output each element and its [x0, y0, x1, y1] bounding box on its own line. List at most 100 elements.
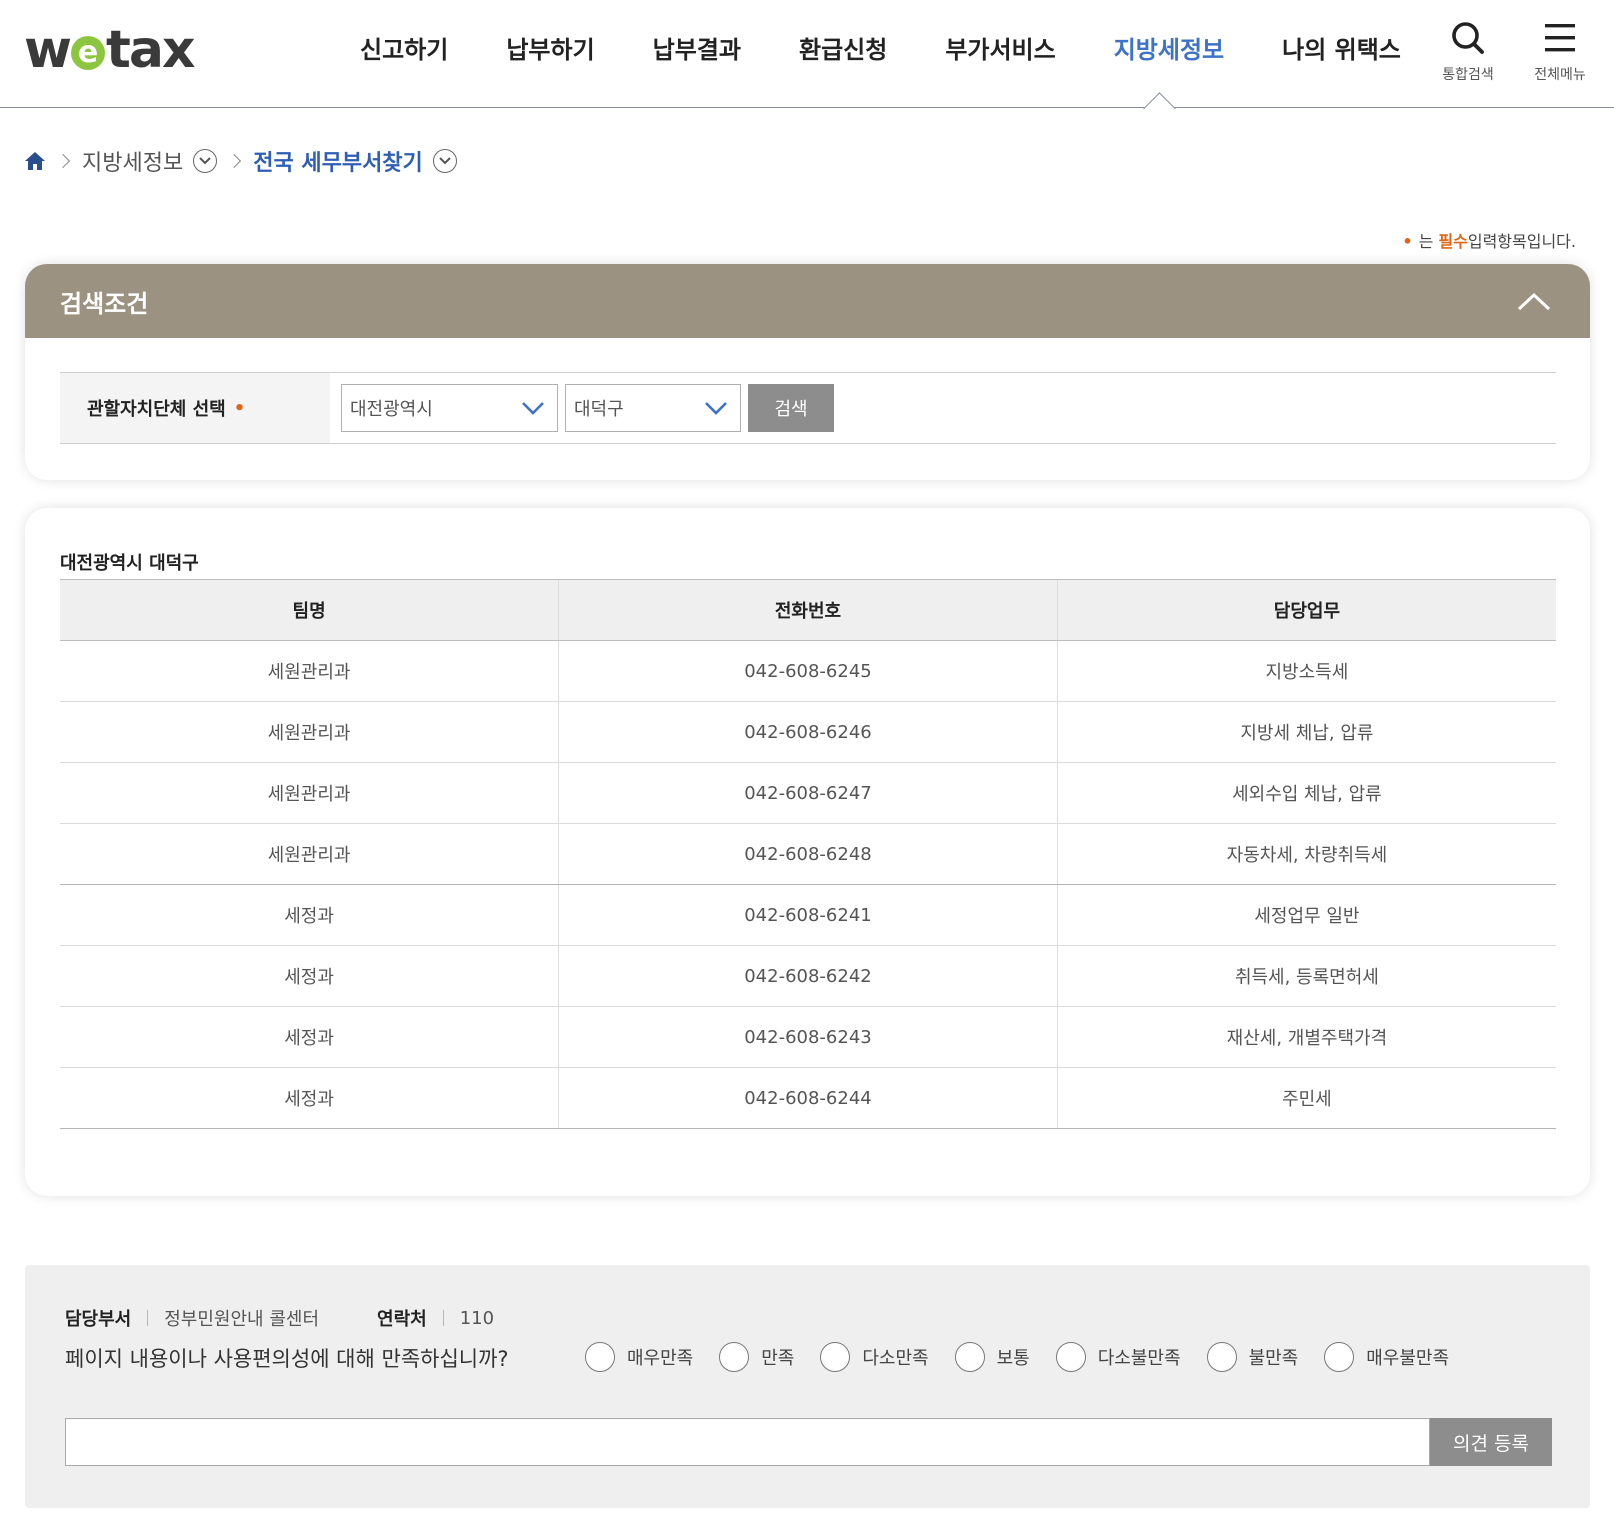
table-row: 세정과 042-608-6241 세정업무 일반 — [60, 884, 1556, 946]
rating-label: 매우불만족 — [1366, 1348, 1450, 1369]
nav-item-payment-result[interactable]: 납부결과 — [653, 30, 741, 65]
breadcrumb-separator-icon — [227, 153, 242, 169]
rating-somewhat-satisfied[interactable]: 다소만족 — [820, 1342, 929, 1372]
chevron-down-icon — [705, 402, 727, 415]
required-word: 필수 — [1438, 232, 1468, 251]
duty-cell: 주민세 — [1056, 1067, 1556, 1129]
all-menu-label: 전체메뉴 — [1534, 67, 1586, 83]
nav-item-payment[interactable]: 납부하기 — [506, 30, 594, 65]
table-row: 세원관리과 042-608-6247 세외수입 체납, 압류 — [60, 762, 1556, 824]
all-menu-button[interactable]: 전체메뉴 — [1528, 20, 1592, 84]
rating-label: 만족 — [761, 1348, 795, 1369]
chevron-down-icon — [522, 402, 544, 415]
phone-cell: 042-608-6247 — [558, 762, 1058, 824]
main-nav: 신고하기 납부하기 납부결과 환급신청 부가서비스 지방세정보 나의 위택스 — [360, 30, 1459, 65]
search-conditions-panel: 검색조건 관할자치단체 선택 • 대전광역시 대덕구 검색 — [25, 264, 1590, 480]
logo-e-mark: e — [71, 36, 106, 70]
column-header-phone: 전화번호 — [558, 579, 1058, 641]
phone-cell: 042-608-6245 — [558, 640, 1058, 702]
phone-cell: 042-608-6243 — [558, 1006, 1058, 1068]
chevron-down-icon — [199, 157, 211, 165]
hamburger-menu-icon — [1545, 24, 1575, 52]
table-header-row: 팀명 전화번호 담당업무 — [60, 579, 1556, 641]
search-button[interactable]: 검색 — [748, 384, 834, 432]
submit-opinion-button[interactable]: 의견 등록 — [1430, 1418, 1552, 1466]
active-nav-pointer — [1143, 91, 1177, 109]
sigungu-select[interactable]: 대덕구 — [565, 384, 741, 432]
radio-button[interactable] — [719, 1342, 750, 1372]
required-note-suffix: 입력항목입니다. — [1467, 232, 1576, 251]
opinion-input[interactable] — [65, 1418, 1430, 1466]
phone-cell: 042-608-6248 — [558, 823, 1058, 885]
nav-item-refund[interactable]: 환급신청 — [799, 30, 887, 65]
search-conditions-title: 검색조건 — [60, 289, 149, 318]
breadcrumb-level2-dropdown-button[interactable] — [432, 149, 457, 173]
table-row: 세원관리과 042-608-6248 자동차세, 차량취득세 — [60, 823, 1556, 885]
nav-item-report[interactable]: 신고하기 — [360, 30, 448, 65]
rating-label: 다소만족 — [862, 1348, 929, 1369]
table-row: 세정과 042-608-6244 주민세 — [60, 1067, 1556, 1129]
team-cell: 세원관리과 — [60, 640, 559, 702]
radio-button[interactable] — [1055, 1342, 1086, 1372]
wetax-logo[interactable]: w e tax — [24, 22, 196, 78]
radio-button[interactable] — [954, 1342, 985, 1372]
site-header: w e tax 신고하기 납부하기 납부결과 환급신청 부가서비스 지방세정보 나의… — [0, 0, 1614, 108]
radio-button[interactable] — [1324, 1342, 1355, 1372]
radio-button[interactable] — [585, 1342, 615, 1372]
rating-label: 보통 — [996, 1348, 1030, 1369]
team-cell: 세원관리과 — [60, 762, 559, 824]
duty-cell: 세외수입 체납, 압류 — [1056, 762, 1556, 824]
required-note-prefix: 는 — [1418, 232, 1434, 251]
satisfaction-question: 페이지 내용이나 사용편의성에 대해 만족하십니까? — [65, 1347, 509, 1371]
team-cell: 세정과 — [60, 884, 559, 946]
collapse-search-panel-button[interactable] — [1514, 286, 1554, 316]
sido-select[interactable]: 대전광역시 — [341, 384, 558, 432]
table-row: 세원관리과 042-608-6246 지방세 체납, 압류 — [60, 701, 1556, 763]
phone-cell: 042-608-6244 — [558, 1067, 1058, 1129]
radio-button[interactable] — [820, 1342, 851, 1372]
integrated-search-label: 통합검색 — [1442, 67, 1494, 83]
team-cell: 세정과 — [60, 1067, 559, 1129]
divider — [442, 1310, 444, 1326]
rating-label: 불만족 — [1248, 1348, 1299, 1369]
column-header-team: 팀명 — [60, 579, 559, 641]
satisfaction-options: 매우만족 만족 다소만족 보통 다소불만족 불만족 매우불만족 — [585, 1342, 1475, 1372]
search-results-panel: 대전광역시 대덕구 팀명 전화번호 담당업무 세원관리과 042-608-624… — [25, 508, 1590, 1196]
rating-dissatisfied[interactable]: 불만족 — [1206, 1342, 1299, 1372]
required-dot: • — [233, 397, 246, 419]
radio-button[interactable] — [1206, 1342, 1237, 1372]
breadcrumb-level1-dropdown-button[interactable] — [193, 149, 218, 173]
integrated-search-button[interactable]: 통합검색 — [1436, 20, 1500, 84]
jurisdiction-field-cell: 대전광역시 대덕구 검색 — [330, 373, 1556, 443]
contact-value: 110 — [459, 1307, 495, 1329]
team-cell: 세원관리과 — [60, 823, 559, 885]
rating-very-satisfied[interactable]: 매우만족 — [585, 1342, 693, 1372]
breadcrumb-local-tax-info[interactable]: 지방세정보 — [82, 145, 183, 177]
rating-neutral[interactable]: 보통 — [954, 1342, 1030, 1372]
search-conditions-header: 검색조건 — [25, 264, 1590, 338]
breadcrumb-current-page[interactable]: 전국 세무부서찾기 — [253, 145, 423, 177]
duty-cell: 재산세, 개별주택가격 — [1056, 1006, 1556, 1068]
duty-cell: 자동차세, 차량취득세 — [1056, 823, 1556, 885]
sido-select-value: 대전광역시 — [350, 399, 433, 420]
nav-item-local-tax-info[interactable]: 지방세정보 — [1114, 30, 1224, 65]
nav-item-extra-services[interactable]: 부가서비스 — [945, 30, 1055, 65]
sigungu-select-value: 대덕구 — [574, 399, 624, 420]
duty-cell: 지방소득세 — [1056, 640, 1556, 702]
team-cell: 세정과 — [60, 945, 559, 1007]
team-cell: 세정과 — [60, 1006, 559, 1068]
rating-label: 매우만족 — [627, 1348, 694, 1369]
column-header-duty: 담당업무 — [1056, 579, 1556, 641]
rating-very-dissatisfied[interactable]: 매우불만족 — [1324, 1342, 1449, 1372]
dept-value: 정부민원안내 콜센터 — [164, 1309, 320, 1330]
team-cell: 세원관리과 — [60, 701, 559, 763]
home-icon[interactable] — [24, 150, 46, 172]
required-dot: • — [1402, 232, 1413, 251]
duty-cell: 지방세 체납, 압류 — [1056, 701, 1556, 763]
dept-label: 담당부서 — [65, 1309, 132, 1330]
page-satisfaction-survey: 담당부서 정부민원안내 콜센터 연락처 110 페이지 내용이나 사용편의성에 … — [25, 1265, 1590, 1508]
breadcrumb: 지방세정보 전국 세무부서찾기 — [24, 146, 457, 176]
nav-item-my-wetax[interactable]: 나의 위택스 — [1282, 30, 1401, 65]
rating-satisfied[interactable]: 만족 — [719, 1342, 794, 1372]
rating-somewhat-dissatisfied[interactable]: 다소불만족 — [1055, 1342, 1181, 1372]
